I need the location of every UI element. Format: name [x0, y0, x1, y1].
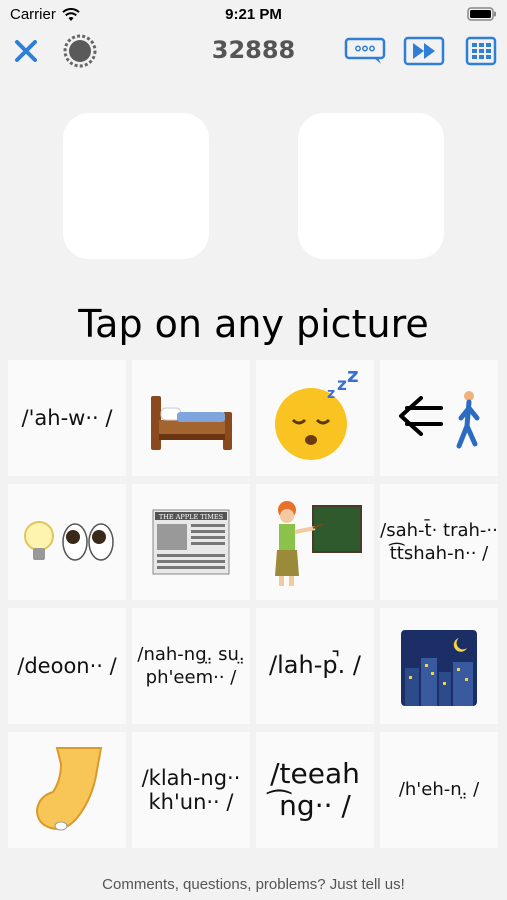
answer-slot-1[interactable]	[63, 113, 209, 259]
bed-icon	[151, 396, 232, 450]
prompt-text: Tap on any picture	[78, 302, 429, 346]
svg-text:z: z	[347, 368, 359, 387]
sleeping-face-icon: z z z	[275, 368, 359, 460]
card-1[interactable]: /'ah-w·· /	[8, 360, 126, 476]
status-bar: Carrier 9:21 PM	[0, 0, 507, 30]
skip-button[interactable]	[402, 35, 446, 67]
card-12[interactable]	[380, 608, 498, 724]
teacher-blackboard-icon	[275, 501, 362, 586]
card-7[interactable]	[256, 484, 374, 600]
status-time: 9:21 PM	[225, 6, 282, 23]
svg-text:z: z	[337, 375, 347, 395]
card-5[interactable]	[8, 484, 126, 600]
newspaper-caption: THE APPLE TIMES	[159, 513, 223, 521]
battery-icon	[467, 7, 497, 25]
card-11[interactable]: /lah-p̚. /	[256, 608, 374, 724]
light-bulb-eyes-icon	[24, 521, 114, 561]
grid-icon	[465, 36, 497, 66]
grid-button[interactable]	[463, 35, 499, 67]
speech-button[interactable]	[343, 35, 387, 67]
card-14[interactable]: /klah-ng·· kh'un·· /	[132, 732, 250, 848]
card-10[interactable]: /nah-ng.̤ su.̤ ph'eem·· /	[132, 608, 250, 724]
feedback-link[interactable]: Comments, questions, problems? Just tell…	[0, 876, 507, 893]
card-2[interactable]	[132, 360, 250, 476]
card-8[interactable]: /sah-t̄· trah-·· t͡tshah-n·· /	[380, 484, 498, 600]
card-grid: /'ah-w·· / z z z THE APPLE TIMES /sah-t̄…	[8, 360, 500, 848]
svg-text:z: z	[327, 386, 335, 402]
card-15[interactable]: /teeah ͡ng·· /	[256, 732, 374, 848]
speech-bubble-icon	[344, 37, 386, 64]
toolbar: 32888	[0, 30, 507, 72]
night-city-icon	[401, 630, 477, 706]
card-6[interactable]: THE APPLE TIMES	[132, 484, 250, 600]
card-16[interactable]: /h'eh-n.̤ /	[380, 732, 498, 848]
pinching-hand-icon	[35, 747, 103, 831]
card-4[interactable]	[380, 360, 498, 476]
fast-forward-icon	[403, 36, 445, 66]
card-9[interactable]: /deoon·· /	[8, 608, 126, 724]
answer-slot-2[interactable]	[298, 113, 444, 259]
card-13[interactable]	[8, 732, 126, 848]
newspaper-icon: THE APPLE TIMES	[152, 509, 230, 575]
arrow-left-walking-person-icon	[399, 391, 480, 449]
card-3[interactable]: z z z	[256, 360, 374, 476]
